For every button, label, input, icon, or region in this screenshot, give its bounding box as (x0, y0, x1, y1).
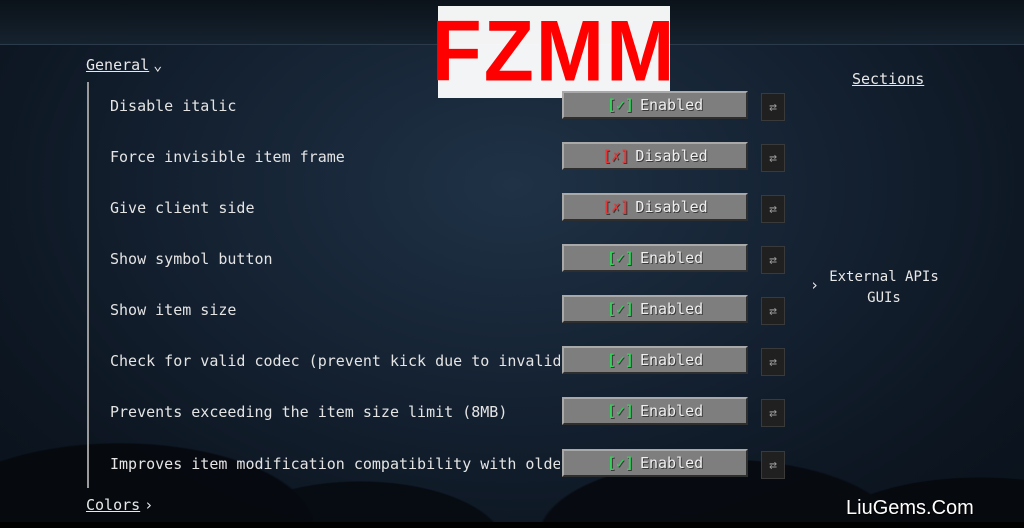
reset-button[interactable]: ⇄ (761, 93, 785, 121)
checkmark-icon: [✓] (606, 454, 634, 472)
toggle-button[interactable]: [✓] Enabled (562, 449, 748, 477)
option-label: Give client side (110, 199, 255, 217)
toggle-button[interactable]: [✓] Enabled (562, 295, 748, 323)
checkmark-icon: [✓] (606, 300, 634, 318)
option-label: Disable italic (110, 97, 237, 115)
toggle-button[interactable]: [✓] Enabled (562, 91, 748, 119)
reset-icon: ⇄ (769, 252, 777, 268)
cross-icon: [✗] (602, 147, 630, 165)
cross-icon: [✗] (602, 198, 630, 216)
option-row: Show symbol button [✓] Enabled ⇄ (110, 244, 785, 274)
option-row: Check for valid codec (prevent kick due … (110, 346, 785, 376)
category-colors-label: Colors (86, 496, 141, 514)
reset-icon: ⇄ (769, 99, 777, 115)
option-label: Show symbol button (110, 250, 273, 268)
chevron-down-icon: ⌄ (153, 56, 163, 74)
toggle-button[interactable]: [✗] Disabled (562, 193, 748, 221)
toggle-state: Enabled (639, 402, 704, 420)
option-row: Prevents exceeding the item size limit (… (110, 397, 785, 427)
checkmark-icon: [✓] (606, 402, 634, 420)
fzmm-logo: FZMM (432, 6, 674, 98)
chevron-right-icon: › (144, 496, 154, 514)
toggle-state: Disabled (635, 147, 708, 165)
logo-text: FZMM (431, 3, 677, 100)
option-label: Improves item modification compatibility… (110, 455, 560, 473)
reset-button[interactable]: ⇄ (761, 195, 785, 223)
option-row: Force invisible item frame [✗] Disabled … (110, 142, 785, 172)
category-colors[interactable]: Colors › (86, 496, 153, 514)
reset-button[interactable]: ⇄ (761, 348, 785, 376)
toggle-state: Enabled (639, 96, 704, 114)
option-row: Give client side [✗] Disabled ⇄ (110, 193, 785, 223)
reset-icon: ⇄ (769, 303, 777, 319)
option-row: Improves item modification compatibility… (110, 449, 785, 479)
checkmark-icon: [✓] (606, 249, 634, 267)
reset-button[interactable]: ⇄ (761, 451, 785, 479)
option-label: Show item size (110, 301, 237, 319)
chevron-right-icon: › (810, 276, 820, 294)
toggle-state: Enabled (639, 300, 704, 318)
section-entry-line1: External APIs (829, 269, 939, 285)
reset-icon: ⇄ (769, 201, 777, 217)
reset-icon: ⇄ (769, 405, 777, 421)
reset-button[interactable]: ⇄ (761, 144, 785, 172)
toggle-button[interactable]: [✓] Enabled (562, 397, 748, 425)
category-general-label: General (86, 56, 150, 74)
toggle-state: Enabled (639, 351, 704, 369)
sections-title: Sections (852, 70, 925, 88)
checkmark-icon: [✓] (606, 351, 634, 369)
checkmark-icon: [✓] (606, 96, 634, 114)
option-row: Show item size [✓] Enabled ⇄ (110, 295, 785, 325)
reset-icon: ⇄ (769, 457, 777, 473)
option-row: Disable italic [✓] Enabled ⇄ (110, 91, 785, 121)
section-entry-line2: GUIs (867, 290, 901, 306)
reset-icon: ⇄ (769, 354, 777, 370)
reset-icon: ⇄ (769, 150, 777, 166)
option-label: Check for valid codec (prevent kick due … (110, 352, 560, 370)
toggle-button[interactable]: [✗] Disabled (562, 142, 748, 170)
reset-button[interactable]: ⇄ (761, 399, 785, 427)
bottom-edge (0, 522, 1024, 528)
category-general[interactable]: General ⌄ (86, 56, 162, 74)
toggle-button[interactable]: [✓] Enabled (562, 244, 748, 272)
category-indent-line (87, 82, 89, 488)
option-label: Force invisible item frame (110, 148, 345, 166)
reset-button[interactable]: ⇄ (761, 246, 785, 274)
reset-button[interactable]: ⇄ (761, 297, 785, 325)
toggle-state: Disabled (635, 198, 708, 216)
option-label: Prevents exceeding the item size limit (… (110, 403, 508, 421)
toggle-state: Enabled (639, 454, 704, 472)
toggle-button[interactable]: [✓] Enabled (562, 346, 748, 374)
toggle-state: Enabled (639, 249, 704, 267)
watermark: LiuGems.Com (846, 497, 974, 519)
